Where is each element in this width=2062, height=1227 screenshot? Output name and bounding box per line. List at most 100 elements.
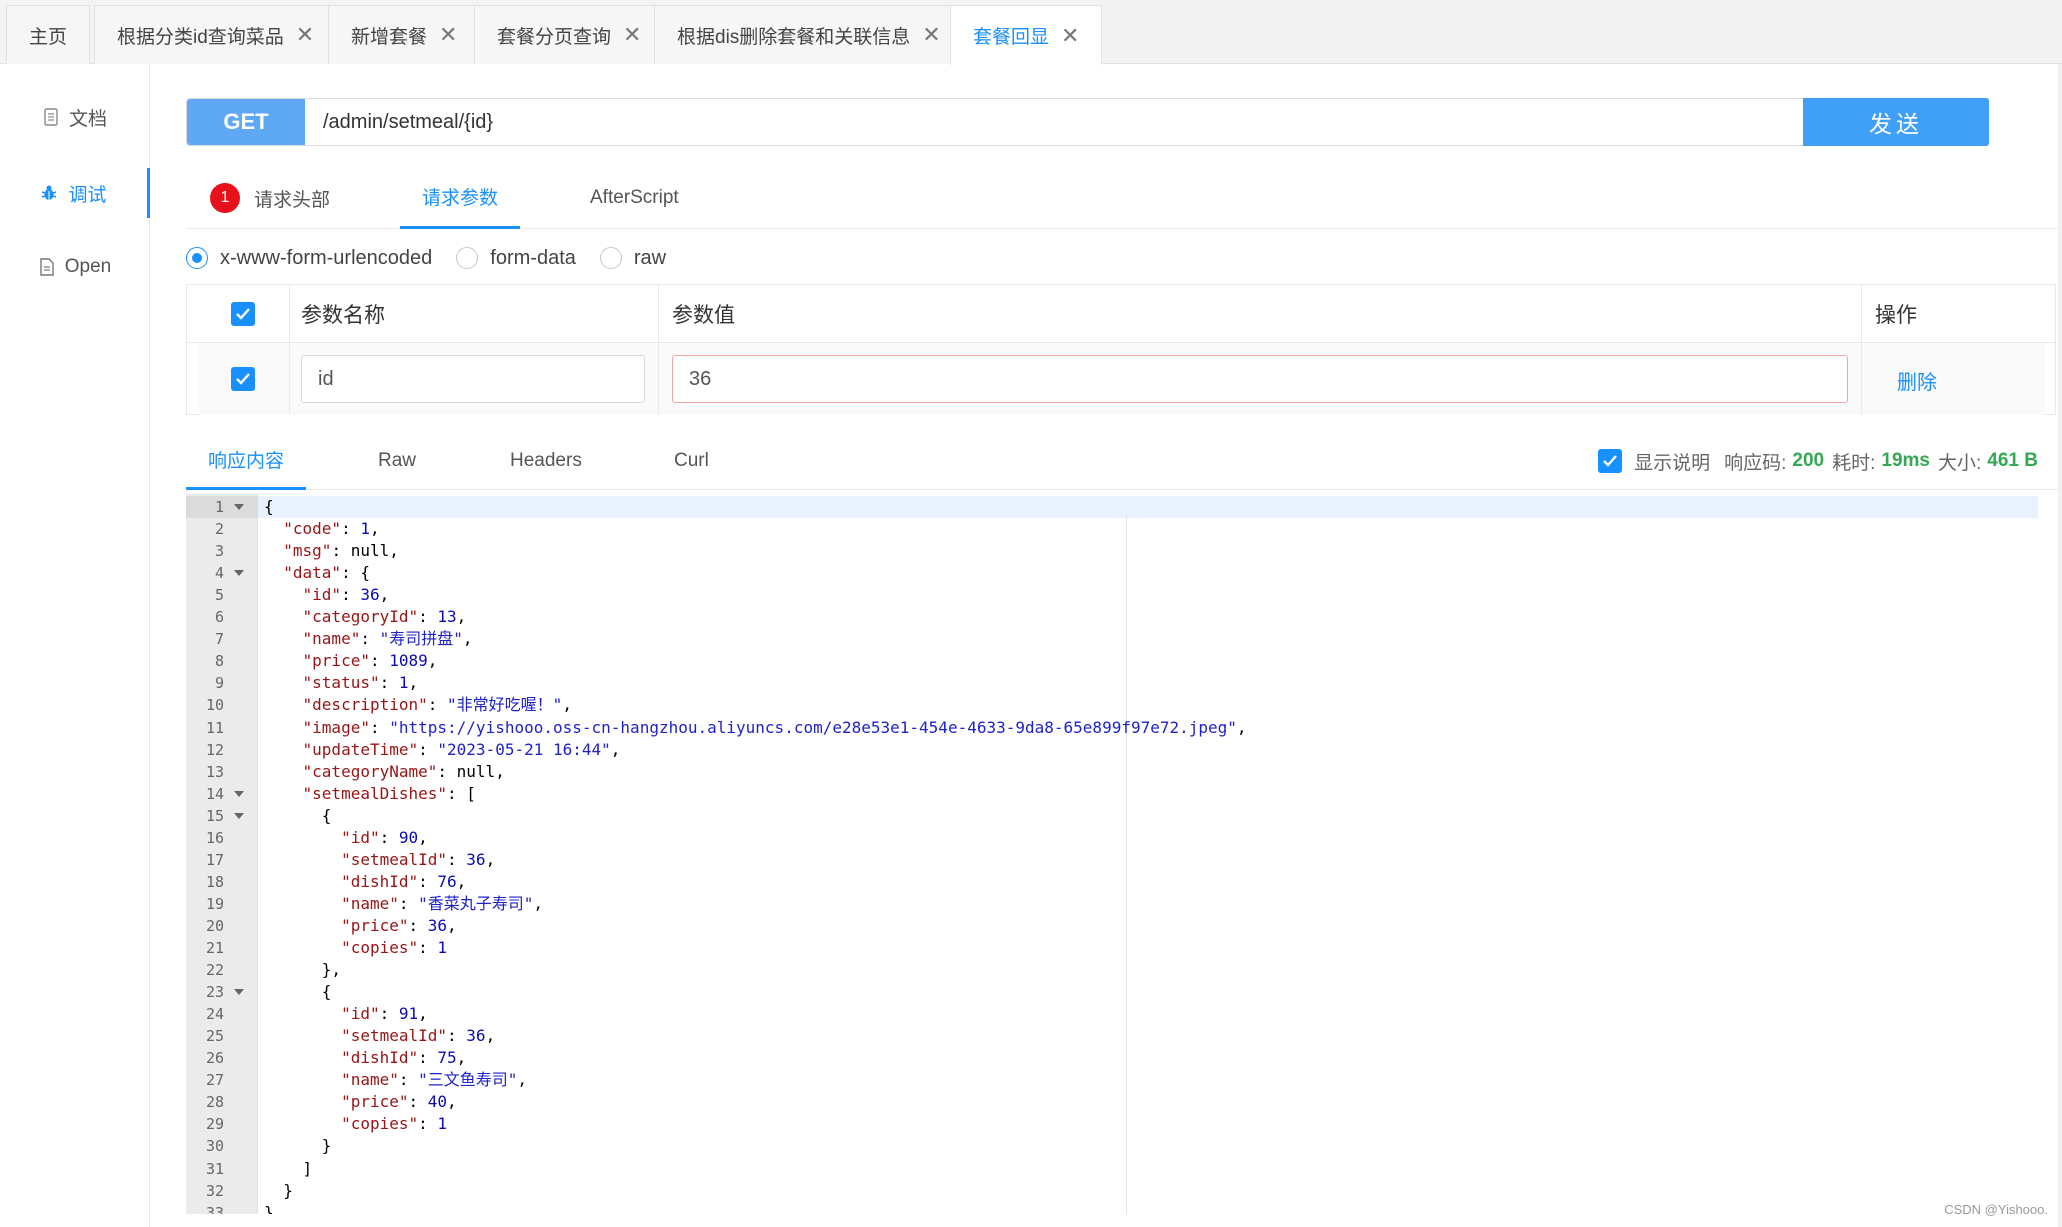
radio-x-www-form-urlencoded[interactable]: x-www-form-urlencoded	[186, 247, 432, 270]
page-scrollbar[interactable]	[2058, 64, 2062, 1227]
fold-arrow-icon[interactable]	[234, 812, 244, 819]
code-line: ]	[264, 1158, 313, 1178]
param-name-input[interactable]: id	[301, 355, 645, 403]
close-icon[interactable]: ✕	[922, 24, 940, 46]
close-icon[interactable]: ✕	[296, 24, 314, 46]
radio-label: form-data	[490, 246, 576, 269]
fold-arrow-icon[interactable]	[234, 989, 244, 996]
tab-request-headers[interactable]: 1 请求头部	[210, 167, 330, 229]
radio-circle[interactable]	[186, 247, 208, 269]
fold-arrow-icon[interactable]	[234, 570, 244, 577]
line-number: 30	[205, 1137, 224, 1156]
tab-setmeal-echo[interactable]: 套餐回显 ✕	[950, 5, 1103, 65]
close-icon[interactable]: ✕	[439, 24, 457, 46]
tab-home[interactable]: 主页	[6, 5, 91, 64]
close-icon[interactable]: ✕	[1061, 24, 1079, 47]
line-number: 23	[186, 981, 258, 1003]
tab-request-params[interactable]: 请求参数	[400, 167, 520, 229]
line-number: 21	[205, 939, 224, 957]
tab-raw[interactable]: Raw	[378, 432, 416, 490]
code-line: "categoryId": 13,	[302, 607, 467, 627]
code-line: "dishId": 76,	[341, 871, 467, 891]
line-number: 29	[205, 1115, 224, 1134]
line-number: 2	[214, 520, 224, 539]
code-line: "setmealId": 36,	[341, 849, 496, 869]
tab-add-setmeal[interactable]: 新增套餐 ✕	[328, 5, 481, 64]
tab-headers[interactable]: Headers	[510, 432, 582, 490]
code-area[interactable]: { "code": 1, "msg": null, "data": { "id"…	[258, 494, 2038, 1214]
sidebar-item-label: 文档	[68, 108, 107, 130]
fold-arrow-icon[interactable]	[234, 790, 244, 797]
line-number: 6	[214, 608, 224, 627]
tab-delete-setmeal[interactable]: 根据dis删除套餐和关联信息 ✕	[654, 5, 964, 64]
tab-label: 主页	[29, 26, 68, 48]
code-line: "updateTime": "2023-05-21 16:44",	[302, 739, 621, 759]
watermark: CSDN @Yishooo.	[1944, 1202, 2048, 1217]
code-line: "code": 1,	[283, 519, 380, 539]
line-number: 25	[205, 1027, 224, 1046]
tab-afterscript[interactable]: AfterScript	[590, 167, 679, 229]
tab-label: 新增套餐	[351, 26, 428, 48]
line-number: 4	[186, 562, 258, 584]
line-number: 8	[214, 652, 224, 671]
document-icon	[43, 108, 59, 126]
line-number: 13	[205, 762, 224, 781]
line-number: 16	[205, 828, 224, 847]
sidebar-item-open[interactable]: Open	[0, 242, 150, 292]
line-number: 33	[205, 1203, 224, 1214]
radio-circle[interactable]	[599, 247, 622, 269]
response-code-editor[interactable]: 1 2 3 4 5 6 7 8 9 10 11 12 13 14 15 16 17 18 19 20 21 22 23 24 2…	[186, 494, 2038, 1214]
code-line: "setmealDishes": [	[302, 783, 476, 803]
line-number: 26	[205, 1049, 224, 1068]
print-margin	[1126, 514, 1127, 1214]
code-line: "setmealId": 36,	[341, 1026, 496, 1046]
select-all-checkbox[interactable]	[231, 302, 255, 326]
tab-label: 根据分类id查询菜品	[117, 26, 284, 48]
tab-label: 根据dis删除套餐和关联信息	[677, 26, 911, 48]
sidebar-item-debug[interactable]: 调试	[0, 168, 150, 218]
check-icon	[1603, 455, 1618, 467]
line-number: 12	[205, 740, 224, 759]
tab-label: 响应内容	[207, 451, 284, 472]
tab-setmeal-page-query[interactable]: 套餐分页查询 ✕	[474, 5, 665, 64]
param-value-input[interactable]: 36	[672, 355, 1848, 403]
sidebar-item-docs[interactable]: 文档	[0, 92, 150, 142]
tab-curl[interactable]: Curl	[674, 432, 709, 490]
request-tabs: 1 请求头部 请求参数 AfterScript	[186, 167, 2062, 229]
code-line: "image": "https://yishooo.oss-cn-hangzho…	[302, 717, 1247, 737]
radio-form-data[interactable]: form-data	[456, 247, 576, 270]
tab-label: Raw	[378, 450, 417, 471]
show-description-checkbox[interactable]	[1598, 449, 1623, 473]
radio-raw[interactable]: raw	[599, 247, 666, 270]
active-line-highlight	[258, 496, 2038, 518]
response-status: 显示说明 响应码: 200 耗时: 19ms 大小: 461 B	[1598, 432, 2038, 490]
row-checkbox[interactable]	[231, 367, 255, 391]
tab-response-content[interactable]: 响应内容	[186, 432, 306, 490]
code-line: "copies": 1	[341, 1114, 448, 1134]
code-line: }	[264, 1180, 293, 1200]
code-line: {	[264, 982, 332, 1002]
status-code-value: 200	[1792, 450, 1825, 471]
response-tabs: 响应内容 Raw Headers Curl 显示说明 响应码: 200 耗时: …	[186, 432, 2062, 490]
request-url-input[interactable]: /admin/setmeal/{id}	[323, 99, 493, 145]
column-header-action: 操作	[1875, 304, 1917, 327]
line-number: 7	[214, 630, 224, 649]
code-line: "dishId": 75,	[341, 1048, 467, 1068]
tab-query-dishes-by-category[interactable]: 根据分类id查询菜品 ✕	[94, 5, 338, 64]
tab-bar: 主页 根据分类id查询菜品 ✕ 新增套餐 ✕ 套餐分页查询 ✕ 根据dis删除套…	[0, 0, 2062, 65]
request-bar: GET /admin/setmeal/{id} 发送	[186, 98, 1989, 146]
line-number: 22	[205, 961, 224, 980]
line-number: 27	[205, 1071, 224, 1090]
column-divider	[289, 285, 290, 414]
fold-arrow-icon[interactable]	[234, 504, 244, 510]
line-number: 31	[205, 1159, 224, 1178]
radio-label: x-www-form-urlencoded	[220, 246, 433, 269]
code-line: "price": 40,	[341, 1092, 457, 1112]
line-number: 9	[214, 674, 224, 693]
http-method-badge[interactable]: GET	[187, 99, 305, 145]
send-button[interactable]: 发送	[1803, 98, 1989, 146]
tab-label: 套餐回显	[973, 27, 1050, 48]
close-icon[interactable]: ✕	[623, 24, 641, 46]
delete-param-link[interactable]: 删除	[1897, 366, 1937, 395]
radio-circle[interactable]	[456, 247, 479, 269]
